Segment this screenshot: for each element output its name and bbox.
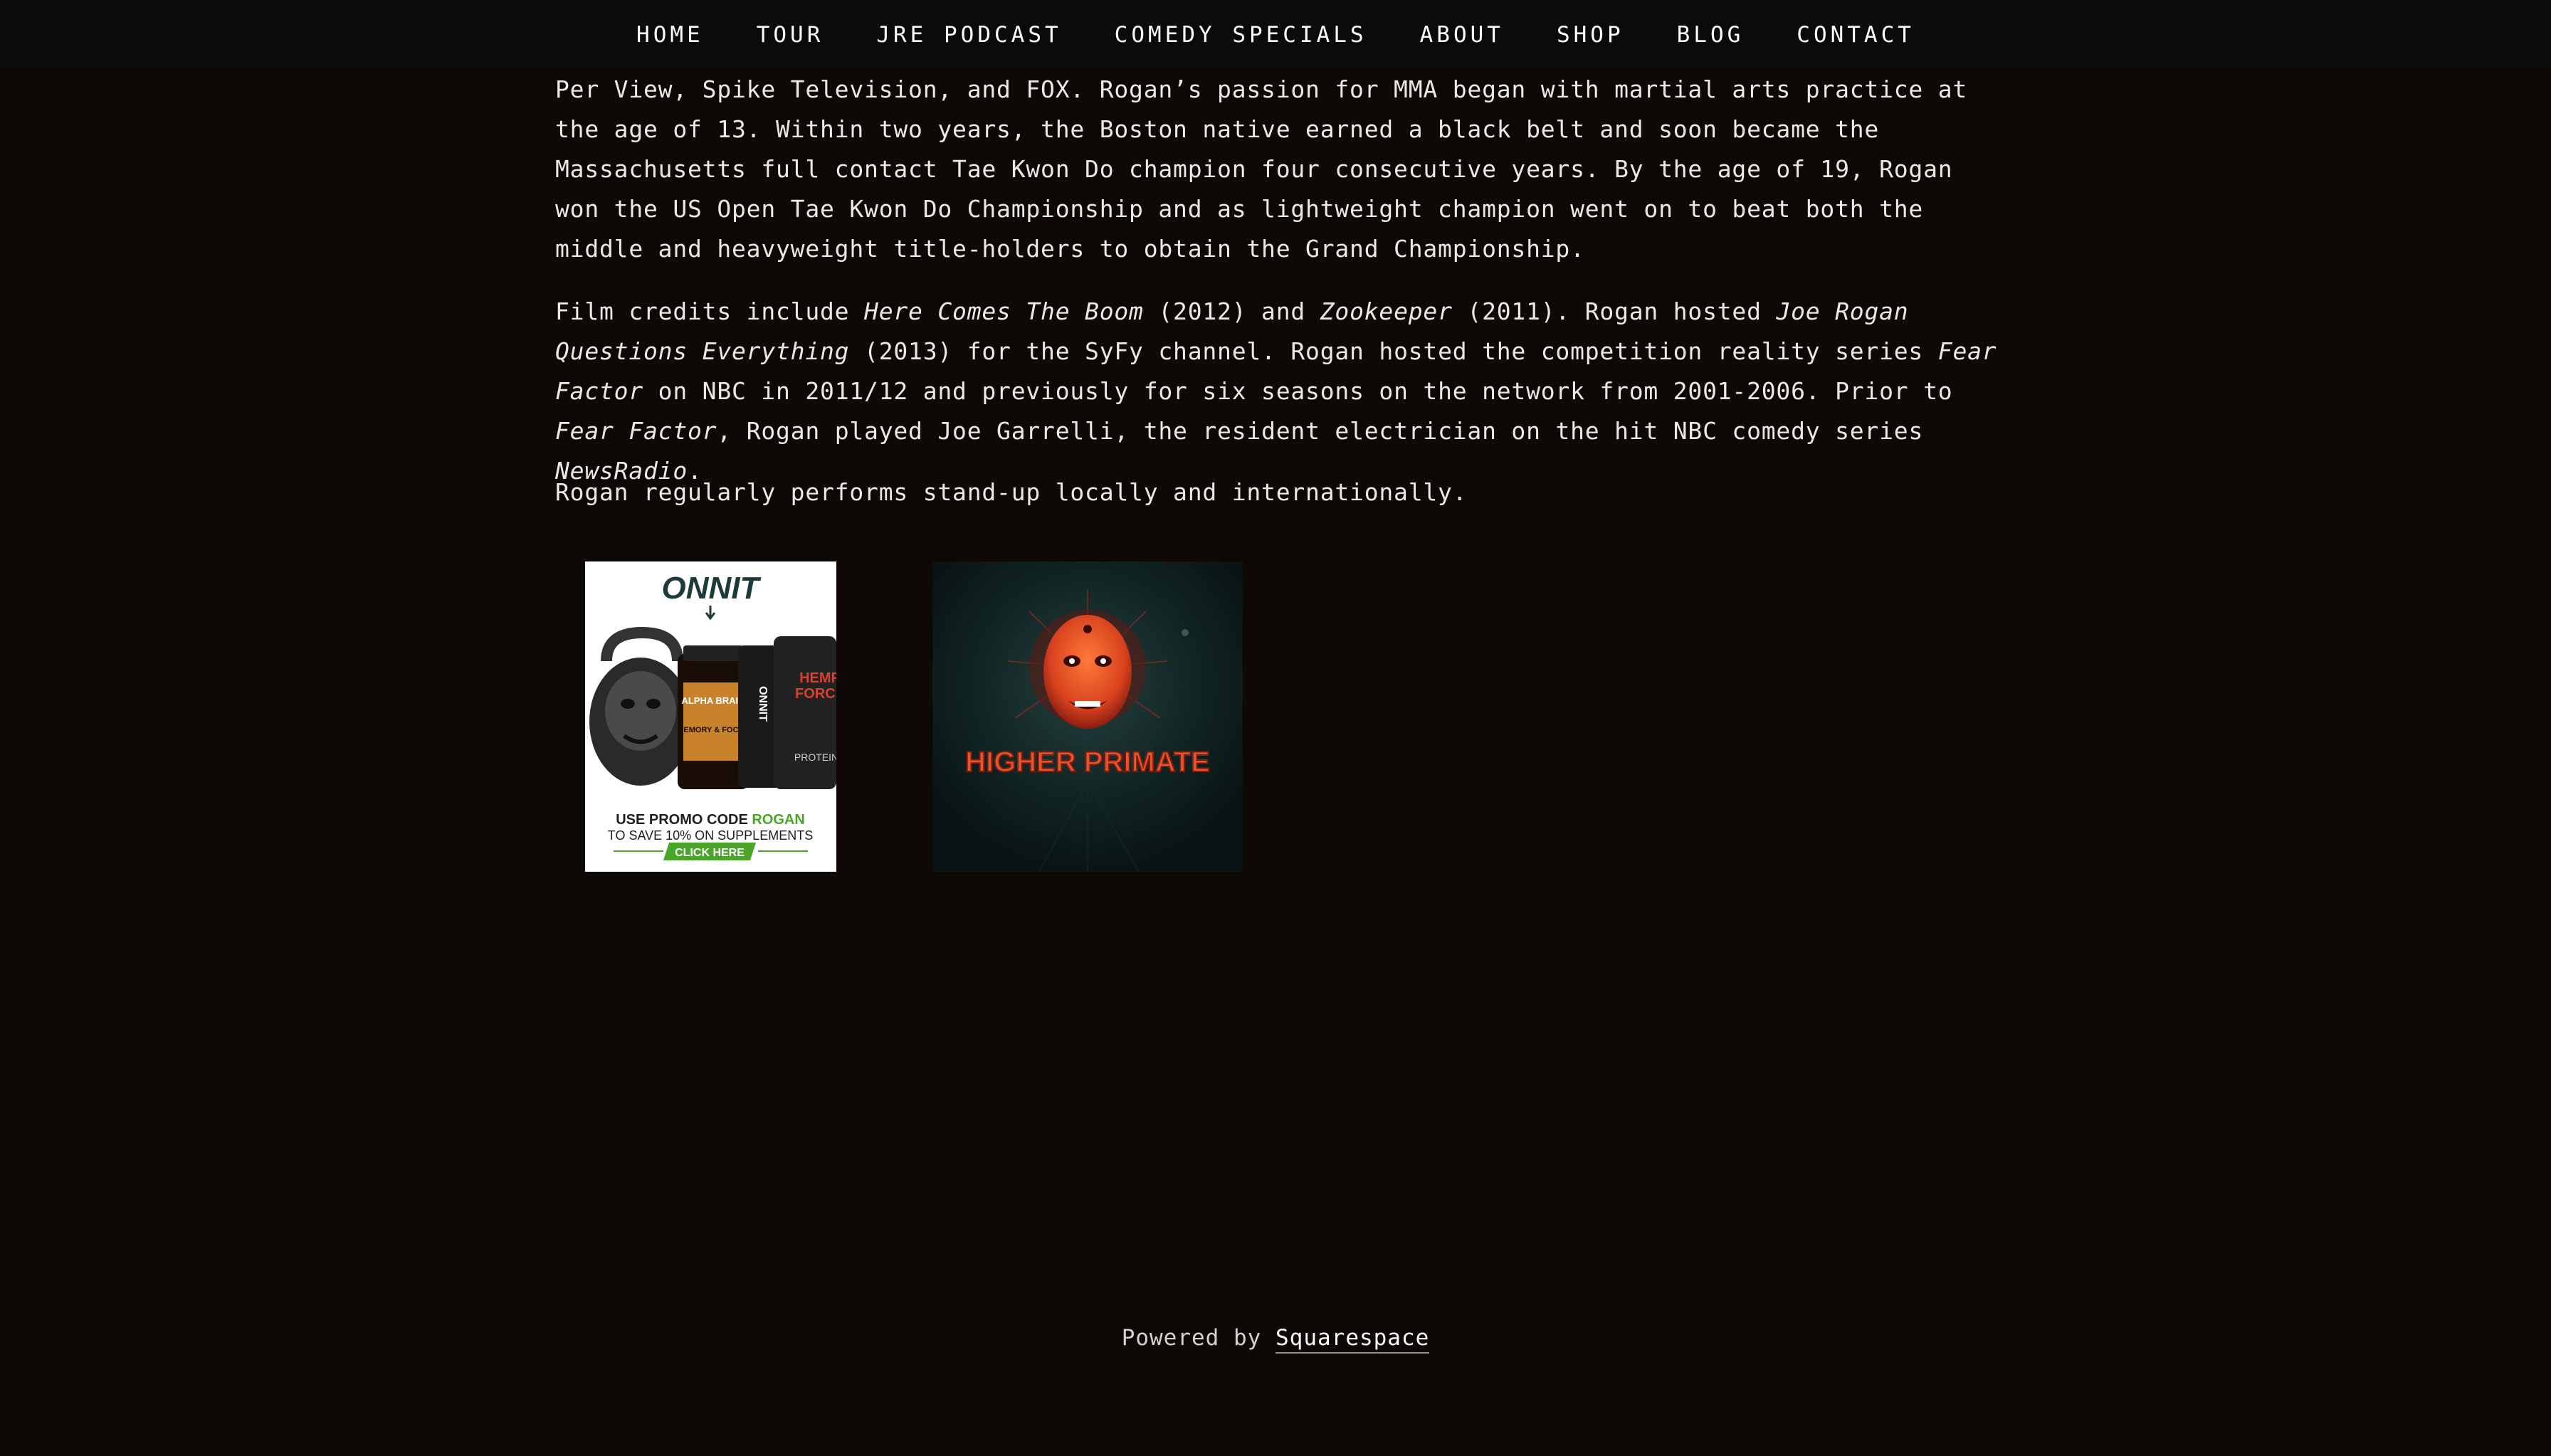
- bio-paragraph-standup: Rogan regularly performs stand-up locall…: [555, 478, 1468, 506]
- promo-line: USE PROMO CODE ROGAN: [616, 812, 805, 828]
- higher-primate-title: HIGHER PRIMATE: [965, 747, 1210, 778]
- text-span: , Rogan played Joe Garrelli, the residen…: [717, 417, 1924, 445]
- powered-by-text: Powered by: [1121, 1325, 1276, 1351]
- squarespace-link[interactable]: Squarespace: [1276, 1325, 1430, 1354]
- nav-contact[interactable]: CONTACT: [1797, 22, 1915, 48]
- click-here-button: CLICK HERE: [675, 847, 745, 859]
- nav-home[interactable]: HOME: [636, 22, 704, 48]
- higher-primate-graphic: HIGHER PRIMATE: [932, 561, 1243, 872]
- text-span: (2012) and: [1143, 297, 1320, 325]
- show-title: Fear Factor: [555, 417, 717, 445]
- main-nav: HOME TOUR JRE PODCAST COMEDY SPECIALS AB…: [0, 0, 2551, 70]
- text-span: on NBC in 2011/12 and previously for six…: [643, 377, 1953, 405]
- promo-code: ROGAN: [752, 812, 804, 828]
- promo-save-line: TO SAVE 10% ON SUPPLEMENTS: [608, 828, 813, 843]
- onnit-ad-graphic: ONNIT ALPHA BRAIN MEMORY & FOCUS ONNIT H…: [585, 561, 836, 872]
- text-span: (2011). Rogan hosted: [1452, 297, 1777, 325]
- film-title: Here Comes The Boom: [864, 297, 1144, 325]
- protein-label: PROTEIN: [794, 751, 836, 763]
- footer: Powered by Squarespace: [0, 1325, 2551, 1354]
- force-label: FORCE: [795, 686, 836, 702]
- bio-paragraph-film-credits: Film credits include Here Comes The Boom…: [555, 292, 2007, 491]
- nav-blog[interactable]: BLOG: [1677, 22, 1745, 48]
- higher-primate-ad[interactable]: HIGHER PRIMATE: [932, 561, 1243, 872]
- nav-tour[interactable]: TOUR: [757, 22, 824, 48]
- alpha-brain-label: ALPHA BRAIN: [681, 695, 745, 706]
- promo-text: USE PROMO CODE: [616, 812, 752, 828]
- bio-paragraph-martial-arts: Per View, Spike Television, and FOX. Rog…: [555, 75, 1968, 263]
- nav-comedy-specials[interactable]: COMEDY SPECIALS: [1115, 22, 1367, 48]
- hemp-label: HEMP: [799, 670, 836, 686]
- nav-jre-podcast[interactable]: JRE PODCAST: [876, 22, 1061, 48]
- text-span: Film credits include: [555, 297, 865, 325]
- onnit-logo: ONNIT: [662, 571, 762, 606]
- onnit-jar-label: ONNIT: [757, 686, 769, 722]
- text-span: (2013) for the SyFy channel. Rogan hoste…: [849, 337, 1938, 365]
- nav-about[interactable]: ABOUT: [1420, 22, 1504, 48]
- nav-shop[interactable]: SHOP: [1557, 22, 1624, 48]
- onnit-ad-banner[interactable]: ONNIT ALPHA BRAIN MEMORY & FOCUS ONNIT H…: [585, 561, 836, 872]
- film-title: Zookeeper: [1320, 297, 1453, 325]
